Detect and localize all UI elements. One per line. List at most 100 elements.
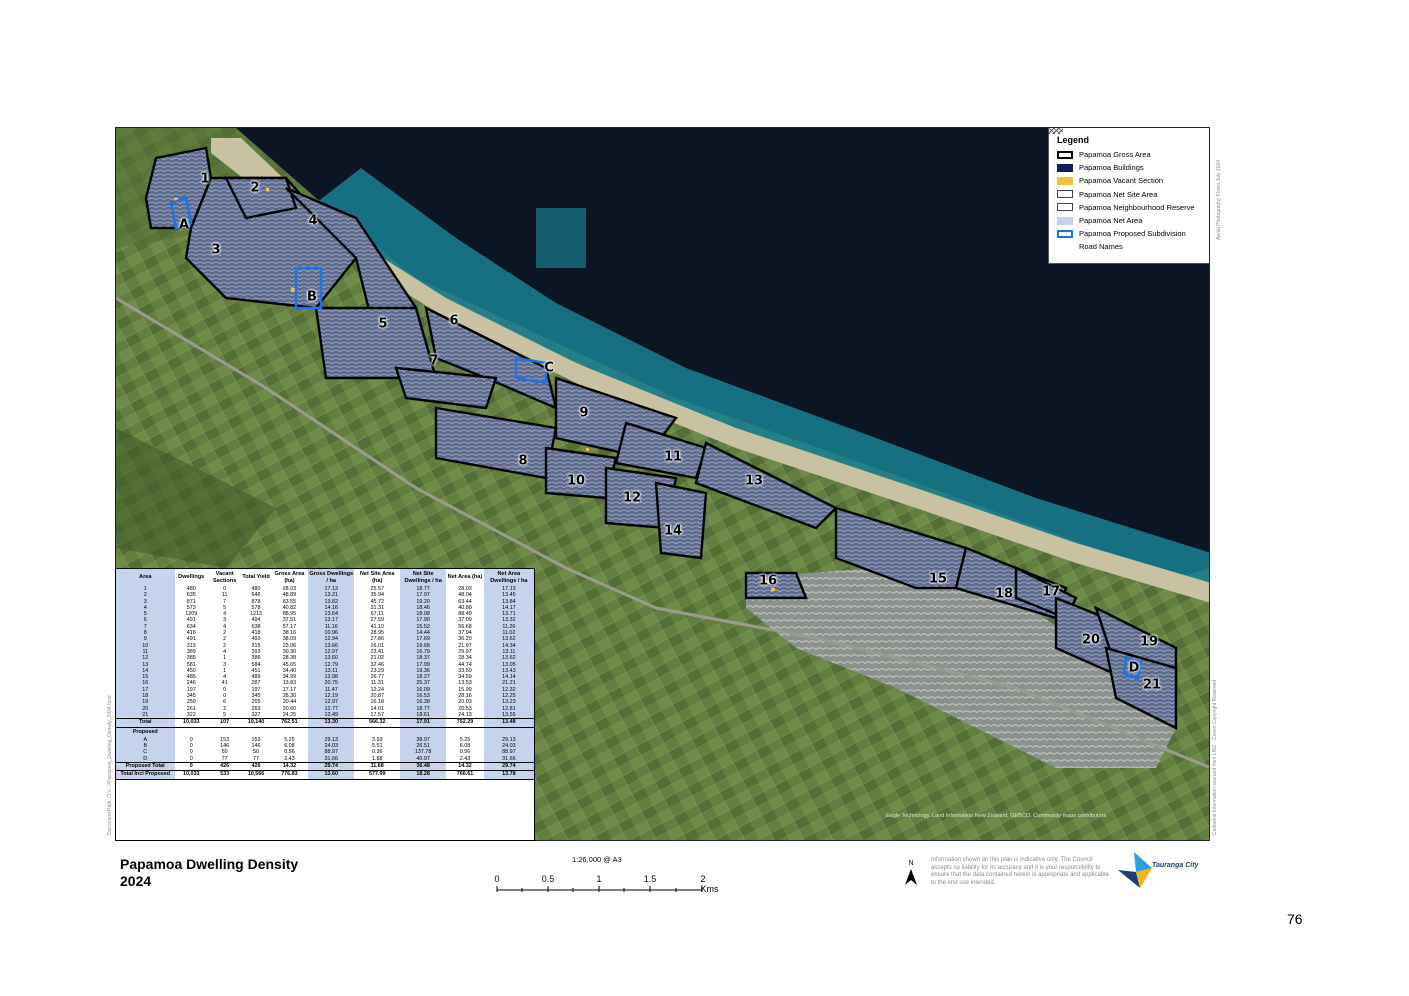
table-cell: 327: [251, 711, 261, 718]
total-row: Total 10,033 107 10,140 762.51 13.30 566.32 17.…: [116, 718, 534, 728]
disclaimer: Information shown on this plan is indica…: [931, 857, 1109, 886]
table-cell: 13.30: [308, 718, 355, 728]
table-cell: 24.25: [282, 711, 297, 718]
legend-item: Papamoa Gross Area: [1057, 148, 1202, 161]
scale-caption: 1:26,000 @ A3: [572, 855, 622, 864]
buildings-swatch: [1057, 163, 1073, 172]
table-cell: 0: [174, 761, 208, 772]
table-cell: 31.66: [308, 755, 355, 763]
table-cell: 752.29: [446, 718, 484, 728]
table-cell: 426: [207, 761, 242, 772]
map-label: 13: [744, 473, 764, 489]
table-row: 21 322 5 327 24.25 13.49 17.57 18.61 24.13 13.55: [116, 711, 534, 719]
table-cell: 322: [186, 711, 196, 718]
col-header: Gross Dwellings / ha: [308, 569, 355, 586]
map-label: 16: [758, 573, 778, 589]
table-cell: 10,033: [174, 770, 208, 780]
table-cell: 17.57: [370, 711, 384, 718]
table-cell: 2.43: [459, 755, 471, 762]
table-cell: [308, 727, 355, 737]
table-cell: Proposed Total: [116, 761, 175, 772]
table-cell: 18.61: [400, 711, 447, 719]
map-label: 14: [663, 523, 683, 539]
table-cell: [271, 727, 309, 737]
table-cell: Total: [116, 718, 175, 728]
page-number: 76: [1287, 911, 1303, 927]
net-area-swatch: [1057, 216, 1073, 225]
legend: Legend Papamoa Gross Area Papamoa Buildi…: [1048, 128, 1209, 264]
col-header: Net Site Dwellings / ha: [400, 569, 447, 586]
map-label: 1: [200, 171, 210, 187]
map-label: 9: [579, 405, 589, 421]
table-cell: 13.49: [308, 711, 355, 719]
table-cell: [400, 727, 447, 737]
legend-item: Papamoa Proposed Subdivision: [1057, 227, 1202, 240]
title-line-1: Papamoa Dwelling Density: [120, 856, 299, 872]
table-cell: 18.28: [400, 770, 447, 780]
table-cell: 10,140: [241, 718, 271, 728]
legend-item: Papamoa Vacant Section: [1057, 174, 1202, 187]
table-cell: 577.99: [354, 770, 401, 780]
map-label: 20: [1081, 632, 1101, 648]
map-attribution: Eagle Technology, Land Information New Z…: [886, 813, 1107, 819]
col-header: Dwellings: [178, 574, 205, 580]
tauranga-logo: [1116, 850, 1206, 890]
table-cell: 566.32: [354, 718, 401, 728]
gross-area-swatch: [1057, 150, 1073, 159]
table-cell: 17.91: [400, 718, 447, 728]
aerial-credit: Aerial Photography Flown July 2024: [1216, 159, 1222, 240]
map-label: B: [307, 289, 317, 305]
col-header: Net Area (ha): [447, 574, 483, 580]
table-cell: 13.78: [483, 770, 534, 780]
table-cell: 10,566: [241, 770, 271, 780]
map-label: D: [1128, 660, 1140, 676]
table-cell: 77: [253, 755, 260, 762]
table-cell: 21: [116, 711, 175, 719]
density-table: Area Dwellings Vacant Sections Total Yie…: [115, 568, 535, 841]
col-header: Gross Area (ha): [274, 570, 305, 584]
table-header: Area Dwellings Vacant Sections Total Yie…: [116, 569, 534, 586]
map-title: Papamoa Dwelling Density 2024: [120, 856, 298, 890]
table-cell: Total Incl Proposed: [116, 770, 175, 780]
north-arrow-icon: [905, 869, 917, 885]
table-cell: [354, 727, 400, 737]
north-label: N: [908, 860, 914, 867]
road-names-swatch: [1057, 243, 1073, 251]
vacant-swatch: [1057, 176, 1073, 185]
table-cell: [483, 727, 534, 737]
proposed-row: D 0 77 77 2.43 31.66 1.88 40.97 2.43 31.66: [116, 755, 534, 763]
table-cell: [446, 727, 484, 737]
area-14-boundary: [654, 481, 708, 560]
map-label: 5: [378, 316, 388, 332]
scale-bar: 0 0.5 1 1.5 2 Kms: [494, 872, 735, 896]
map-label: 2: [250, 180, 260, 196]
table-cell: 13.48: [483, 718, 534, 728]
map-label: 3: [211, 242, 221, 258]
map-label: 17: [1041, 584, 1061, 600]
area-5-boundary: [314, 306, 438, 380]
table-cell: [208, 727, 241, 737]
table-cell: D: [116, 755, 175, 763]
legend-title: Legend: [1057, 135, 1090, 145]
table-cell: 24.13: [458, 711, 472, 718]
north-arrow: N: [903, 860, 919, 890]
map-label: 6: [449, 313, 459, 329]
map-label: 7: [429, 353, 439, 369]
proposed-header-row: Proposed: [116, 727, 534, 737]
table-cell: 36.48: [400, 761, 447, 772]
table-cell: 1.88: [371, 755, 383, 762]
table-cell: 5: [223, 711, 227, 718]
map-label: 18: [994, 586, 1014, 602]
map-label: 10: [566, 473, 586, 489]
col-header: Vacant Sections: [213, 570, 237, 584]
table-cell: 13.55: [483, 711, 534, 719]
proposed-total-row: Proposed Total 0 426 426 14.32 29.74 11.68 36.4…: [116, 761, 534, 772]
col-header: Area: [116, 569, 175, 586]
proposed-header: Proposed: [116, 727, 175, 737]
reserve-swatch: [1049, 128, 1073, 212]
table-cell: 31.66: [483, 755, 534, 763]
table-cell: 762.51: [270, 718, 309, 728]
legend-item: Papamoa Buildings: [1057, 161, 1202, 174]
tauranga-logo-icon: [1118, 852, 1152, 888]
map-label: 11: [663, 449, 683, 465]
